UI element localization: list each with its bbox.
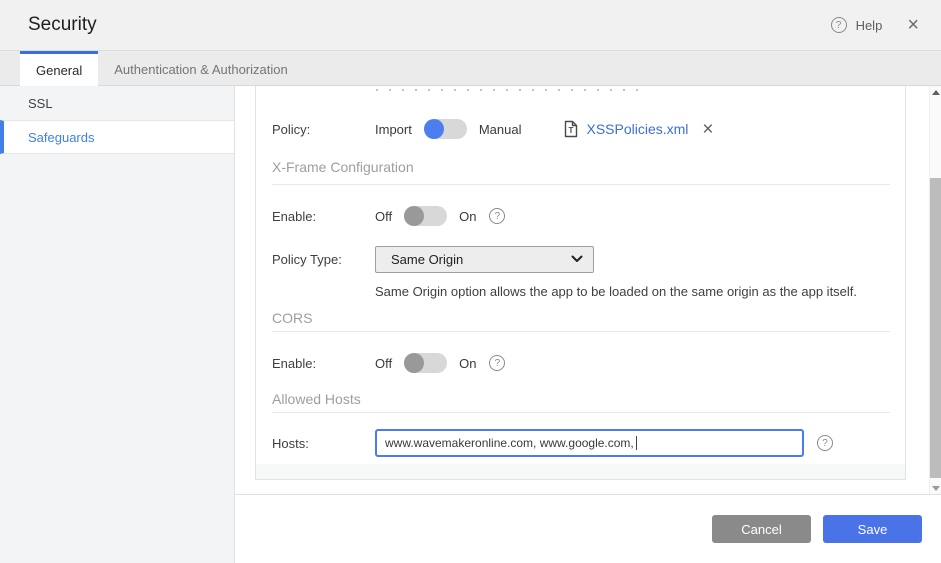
close-icon[interactable]: × [907, 15, 919, 35]
xframe-enable-help-icon[interactable]: ? [489, 208, 506, 224]
help-icon[interactable]: ? [830, 17, 847, 33]
tab-general[interactable]: General [20, 51, 99, 86]
hosts-row: Hosts: www.wavemakeronline.com, www.goog… [272, 421, 890, 465]
divider [272, 331, 890, 332]
cors-enable-row: Enable: Off On ? [272, 341, 890, 385]
section-title-xframe: X-Frame Configuration [272, 159, 414, 175]
scrollbar-thumb[interactable] [930, 178, 941, 478]
policy-type-label: Policy Type: [272, 251, 342, 267]
policy-type-selected-value: Same Origin [391, 251, 464, 267]
policy-type-description-row: Same Origin option allows the app to be … [272, 283, 890, 299]
xframe-enable-toggle[interactable] [404, 206, 448, 226]
policy-file-link[interactable]: XSSPolicies.xml [586, 121, 688, 137]
help-link[interactable]: Help [856, 18, 883, 33]
xframe-on-label: On [459, 208, 477, 224]
xml-file-icon: T [565, 120, 578, 138]
divider [272, 184, 890, 185]
xframe-enable-label: Enable: [272, 208, 317, 224]
hosts-label: Hosts: [272, 435, 309, 451]
toggle-knob [404, 206, 425, 226]
policy-import-manual-toggle[interactable] [423, 119, 467, 139]
policy-type-row: Policy Type: Same Origin [272, 245, 890, 273]
save-button[interactable]: Save [823, 515, 922, 543]
dialog-header: Security ? Help × [0, 0, 941, 51]
xframe-off-label: Off [375, 208, 393, 224]
cancel-button[interactable]: Cancel [712, 515, 811, 543]
scrollbar-up-arrow[interactable] [930, 86, 941, 98]
header-actions: ? Help × [830, 15, 919, 35]
vertical-scrollbar[interactable] [929, 86, 941, 494]
cors-off-label: Off [375, 355, 393, 371]
clipped-row-above [272, 87, 890, 93]
footer-divider [235, 494, 941, 495]
security-dialog: Security ? Help × General Authentication… [0, 0, 941, 563]
section-title-allowed-hosts: Allowed Hosts [272, 391, 361, 407]
policy-row: Policy: Import Manual T XSSPolicies.xml … [272, 107, 890, 151]
triangle-up-icon [932, 89, 940, 95]
chevron-down-icon [571, 255, 583, 262]
remove-file-icon[interactable]: × [702, 120, 713, 139]
policy-type-description: Same Origin option allows the app to be … [375, 284, 858, 299]
svg-text:T: T [569, 126, 574, 135]
hosts-input-value: www.wavemakeronline.com, www.google.com, [385, 436, 634, 450]
cors-enable-help-icon[interactable]: ? [489, 355, 506, 371]
hosts-help-icon[interactable]: ? [817, 435, 833, 451]
sidebar-item-safeguards[interactable]: Safeguards [0, 120, 234, 154]
sidebar: SSL Safeguards [0, 86, 235, 563]
text-caret [635, 436, 637, 450]
settings-scroll-panel: Policy: Import Manual T XSSPolicies.xml … [255, 86, 906, 480]
cors-enable-toggle[interactable] [404, 353, 448, 373]
xframe-enable-row: Enable: Off On ? [272, 194, 890, 238]
dialog-body: SSL Safeguards Policy: Import Manual T X… [0, 86, 941, 563]
cors-on-label: On [459, 355, 477, 371]
tab-authentication-authorization[interactable]: Authentication & Authorization [98, 51, 303, 85]
section-title-cors: CORS [272, 310, 313, 326]
tab-bar: General Authentication & Authorization [0, 51, 941, 86]
page-title: Security [28, 14, 97, 35]
settings-form: Policy: Import Manual T XSSPolicies.xml … [256, 87, 905, 465]
sidebar-item-ssl[interactable]: SSL [0, 86, 234, 120]
main-area: Policy: Import Manual T XSSPolicies.xml … [235, 86, 941, 563]
triangle-down-icon [932, 485, 940, 491]
cors-enable-label: Enable: [272, 355, 317, 371]
hosts-input[interactable]: www.wavemakeronline.com, www.google.com, [375, 429, 804, 457]
policy-import-label: Import [375, 121, 412, 137]
policy-label: Policy: [272, 121, 311, 137]
toggle-knob [404, 353, 425, 373]
policy-manual-label: Manual [478, 121, 522, 137]
policy-type-select[interactable]: Same Origin [375, 245, 594, 273]
toggle-knob [423, 119, 444, 139]
divider [272, 412, 890, 413]
panel-bottom-strip [256, 464, 905, 479]
clipped-text-fragment [376, 89, 642, 91]
policy-file-chip: T XSSPolicies.xml × [563, 120, 714, 139]
scrollbar-down-arrow[interactable] [930, 482, 941, 494]
